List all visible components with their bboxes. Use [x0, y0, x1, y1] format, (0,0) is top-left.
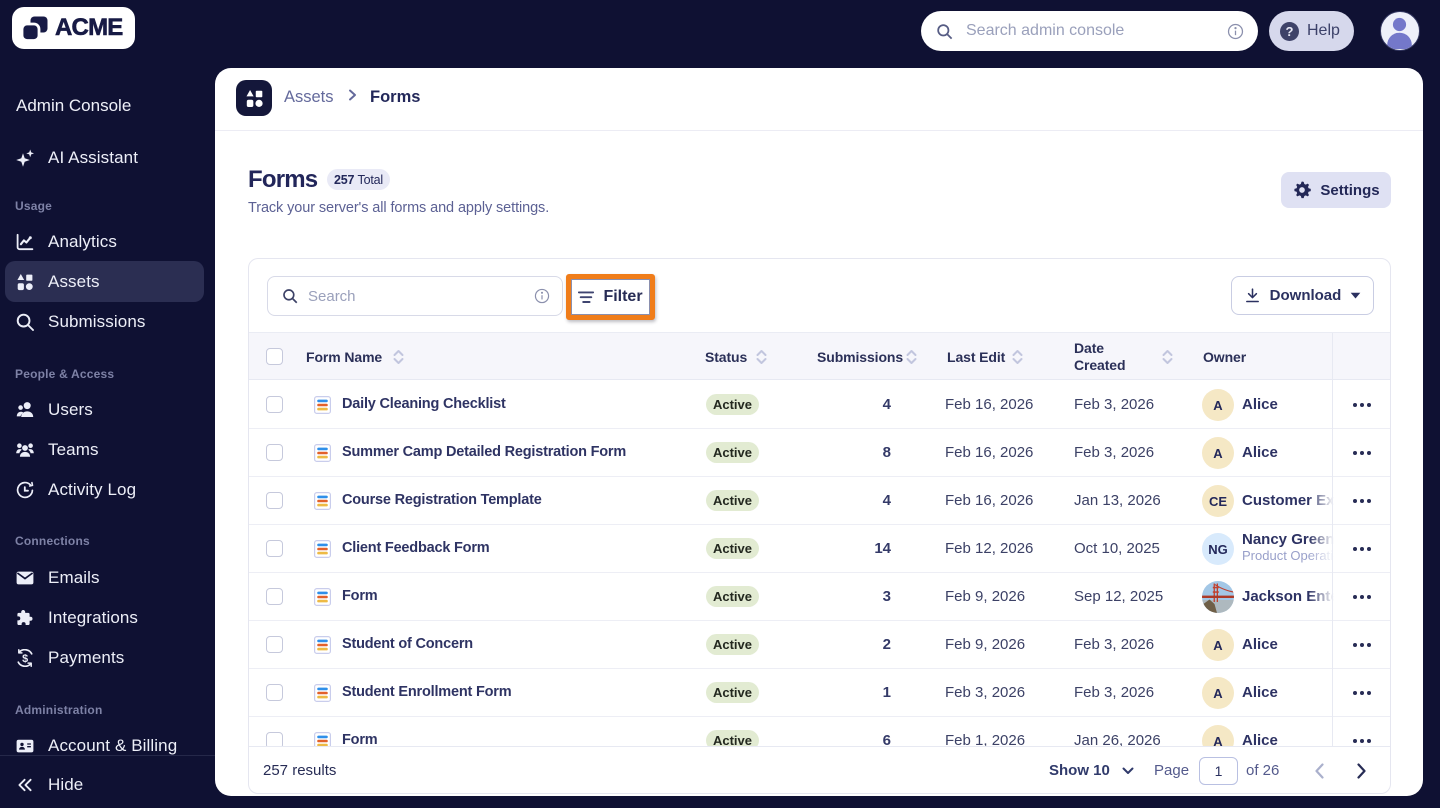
- svg-text:$: $: [22, 653, 28, 665]
